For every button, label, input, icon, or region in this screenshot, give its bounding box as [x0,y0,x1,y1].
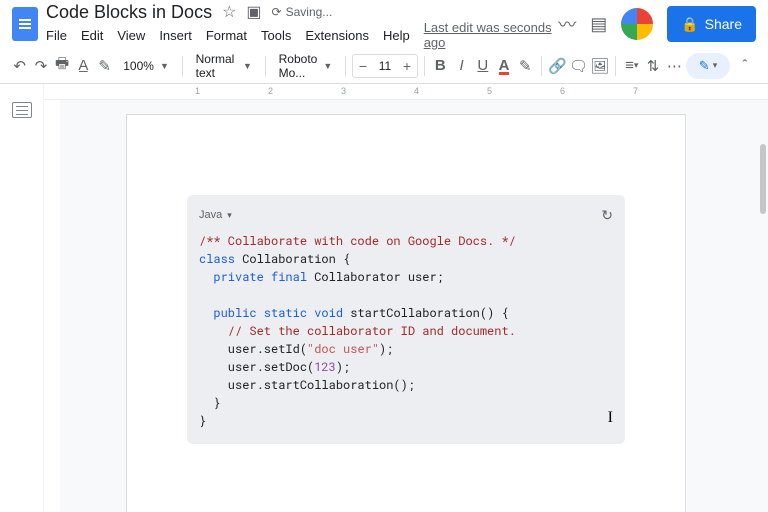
chevron-down-icon: ▼ [323,61,332,71]
highlight-button[interactable]: ✎ [516,53,535,79]
paint-format-button[interactable]: ✎ [95,53,114,79]
text-color-button[interactable]: A [494,53,513,79]
undo-button[interactable]: ↶ [10,53,29,79]
chevron-down-icon: ▾ [634,60,639,71]
document-title[interactable]: Code Blocks in Docs [46,2,212,23]
editing-mode-button[interactable]: ✎ ▾ [686,53,730,79]
style-select[interactable]: Normal text▼ [189,54,259,78]
lock-icon: 🔒 [681,16,698,33]
last-edit-link[interactable]: Last edit was seconds ago [424,20,558,50]
horizontal-ruler[interactable]: 1 2 3 4 5 6 7 [44,84,768,100]
align-button[interactable]: ≡▾ [622,53,641,79]
comments-icon[interactable]: ▤ [590,14,607,35]
font-select[interactable]: Roboto Mo...▼ [272,54,340,78]
code-content[interactable]: /** Collaborate with code on Google Docs… [199,232,613,430]
comment-button[interactable]: 🗨 [569,53,588,79]
bold-button[interactable]: B [431,53,450,79]
menu-help[interactable]: Help [383,28,410,43]
code-language-select[interactable]: Java▾ [199,207,232,224]
share-button[interactable]: 🔒 Share [667,6,756,42]
menu-tools[interactable]: Tools [261,28,291,43]
vertical-ruler[interactable] [44,100,60,512]
image-button[interactable]: 🖼 [590,53,609,79]
collapse-toolbar-button[interactable]: ˆ [732,53,758,79]
menu-view[interactable]: View [117,28,145,43]
print-button[interactable]: 🖶 [53,53,72,79]
link-button[interactable]: 🔗 [548,53,567,79]
more-button[interactable]: ⋯ [665,53,684,79]
zoom-select[interactable]: 100%▼ [116,54,176,78]
menu-format[interactable]: Format [206,28,247,43]
code-block[interactable]: Java▾ ↻ /** Collaborate with code on Goo… [187,195,625,444]
menu-insert[interactable]: Insert [159,28,192,43]
move-icon[interactable]: ▣ [246,2,261,22]
text-cursor-icon: I [608,406,613,430]
redo-button[interactable]: ↷ [31,53,50,79]
menu-file[interactable]: File [46,28,67,43]
refresh-icon[interactable]: ↻ [601,205,613,226]
saving-status: ⟳ Saving... [272,5,333,19]
font-size-value[interactable]: 11 [373,59,397,73]
decrease-font-button[interactable]: − [353,58,373,74]
outline-icon[interactable] [12,102,32,118]
increase-font-button[interactable]: + [397,58,417,74]
menu-edit[interactable]: Edit [81,28,103,43]
menu-extensions[interactable]: Extensions [305,28,369,43]
vertical-scrollbar[interactable] [760,144,766,214]
meet-avatar[interactable] [621,8,653,40]
docs-logo[interactable] [12,7,38,41]
line-spacing-button[interactable]: ⇅ [643,53,662,79]
chevron-down-icon: ▾ [227,209,232,223]
underline-button[interactable]: U [473,53,492,79]
star-icon[interactable]: ☆ [222,2,236,22]
toolbar: ↶ ↷ 🖶 A̲ ✎ 100%▼ Normal text▼ Roboto Mo.… [0,48,768,84]
spellcheck-button[interactable]: A̲ [74,53,93,79]
italic-button[interactable]: I [452,53,471,79]
page[interactable]: Java▾ ↻ /** Collaborate with code on Goo… [126,114,686,512]
activity-icon[interactable]: 〰 [558,11,576,37]
chevron-down-icon: ▼ [243,61,252,71]
document-area[interactable]: 1 2 3 4 5 6 7 Java▾ ↻ /** Collaborate wi… [44,84,768,512]
font-size-stepper: − 11 + [352,54,418,78]
chevron-down-icon: ▼ [160,61,169,71]
chevron-down-icon: ▾ [713,60,718,71]
